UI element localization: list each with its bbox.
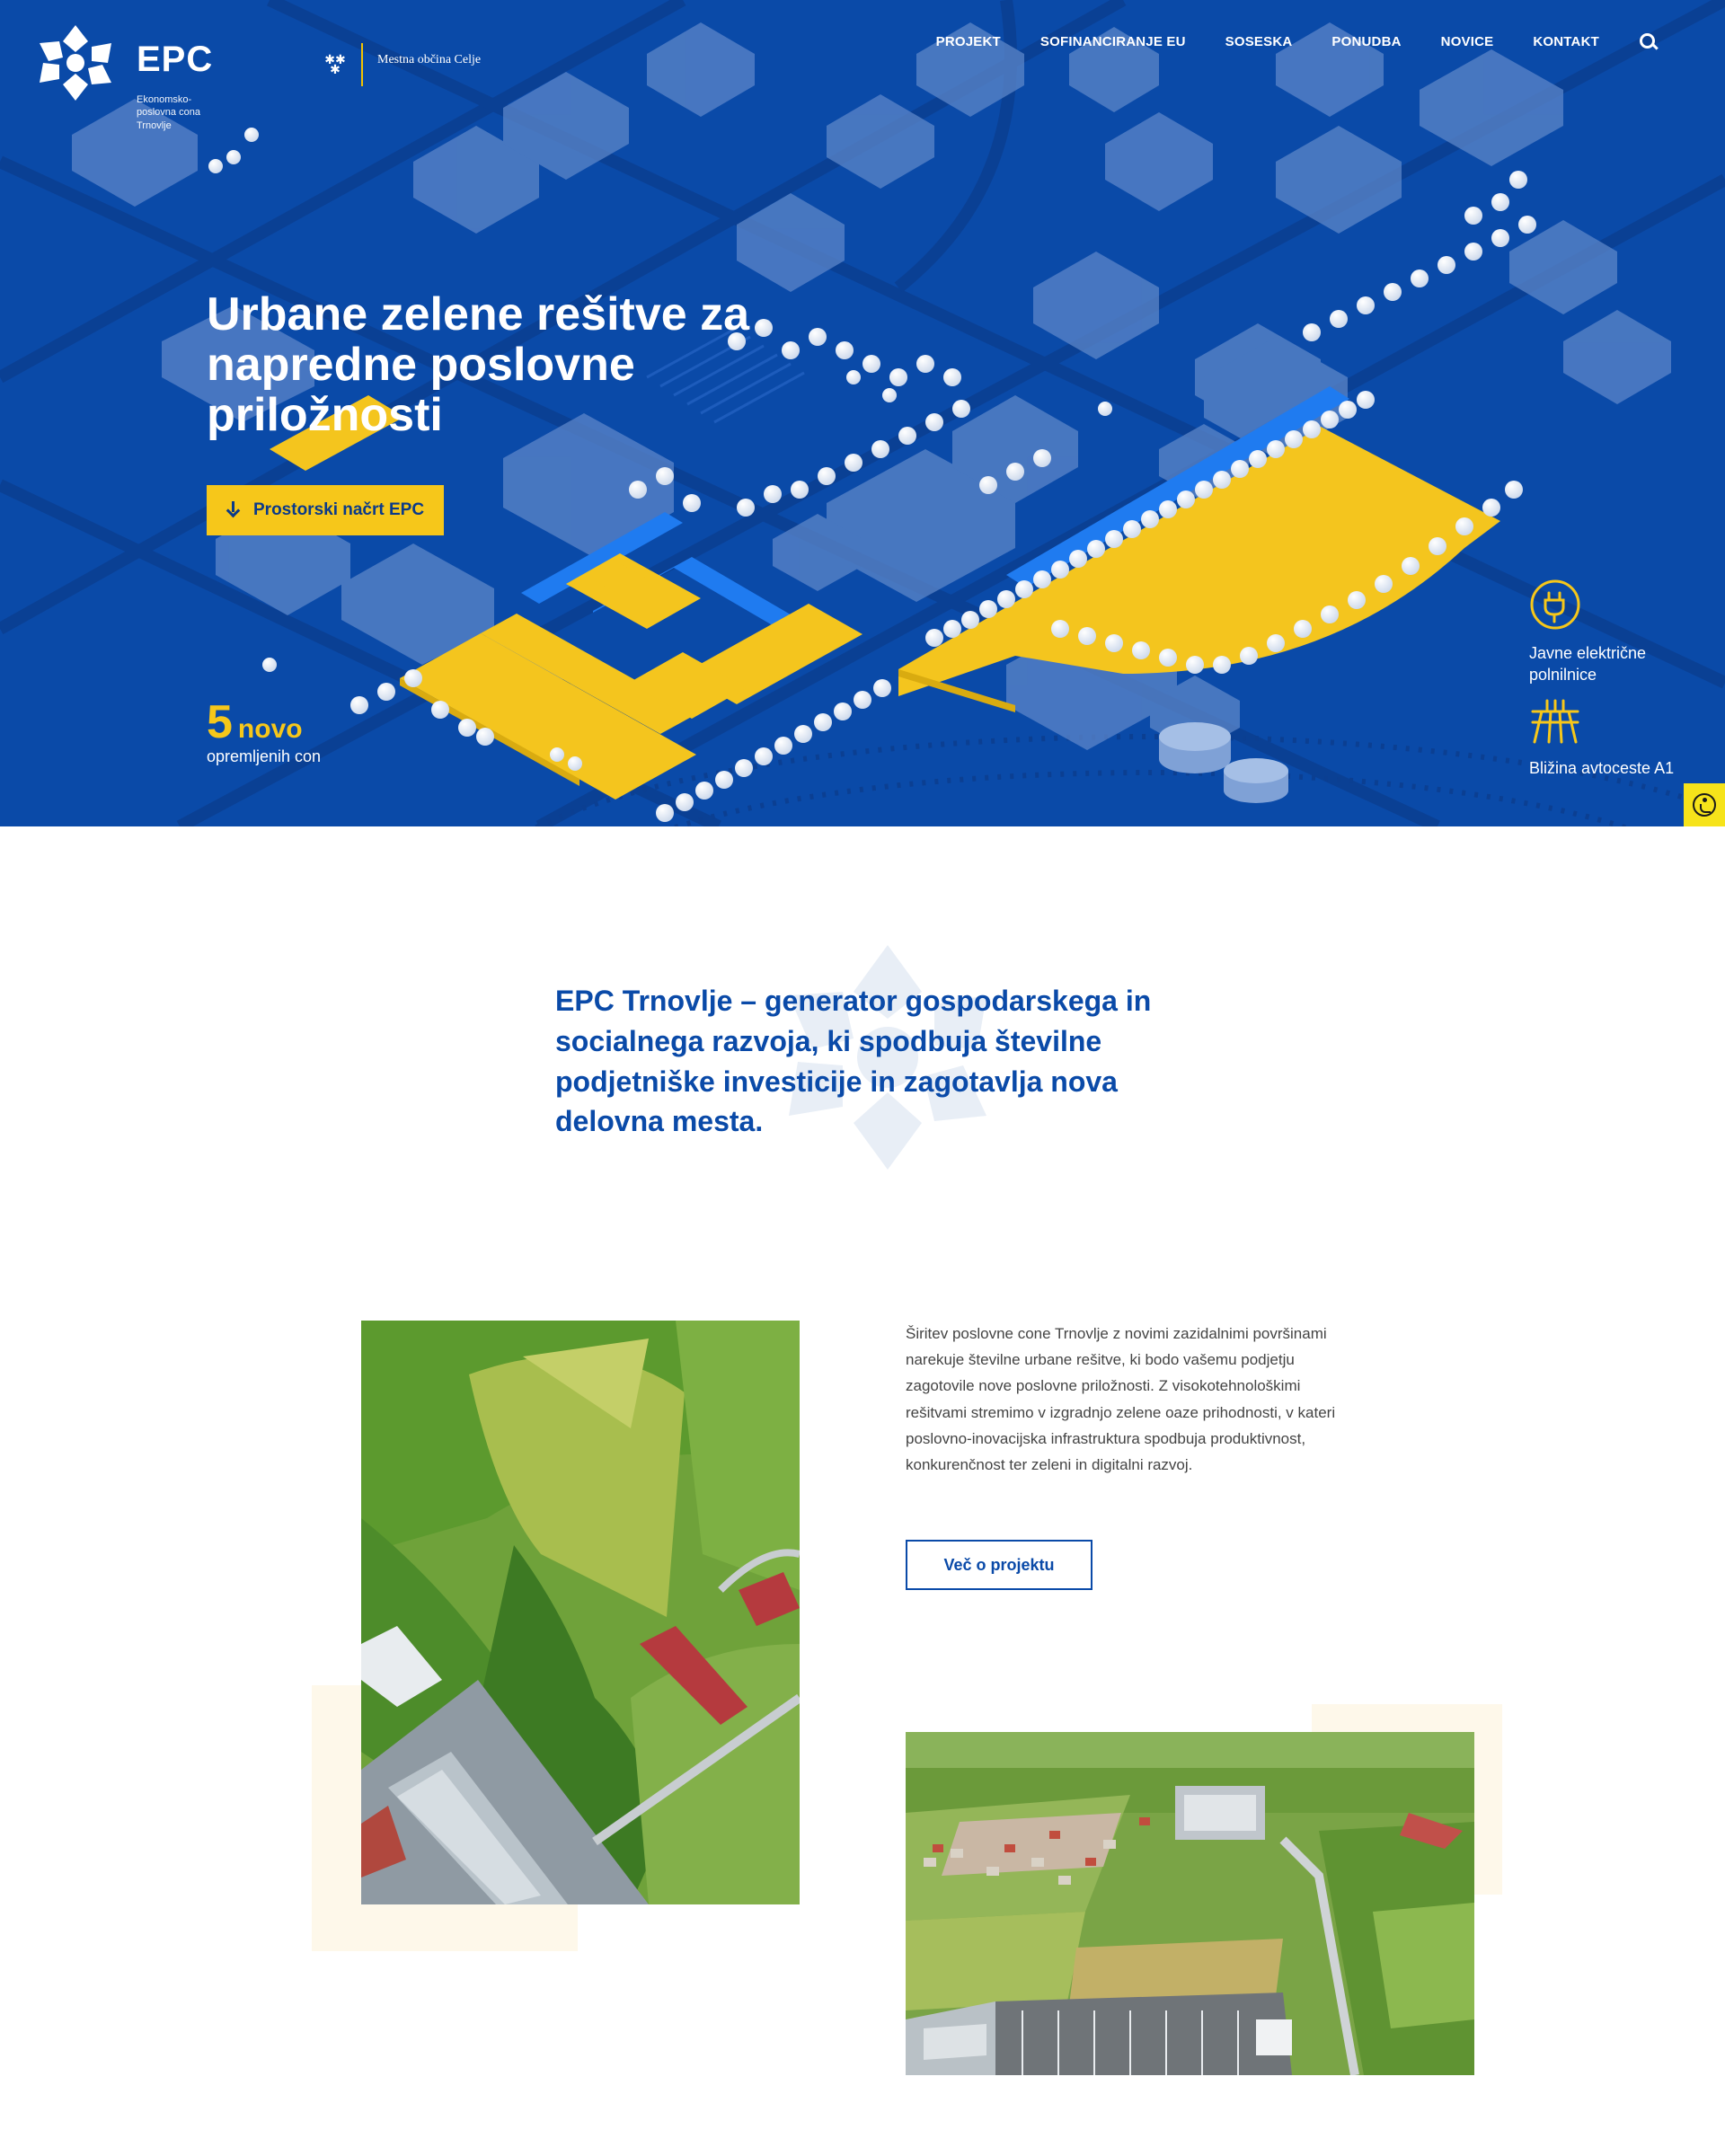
download-plan-label: Prostorski načrt EPC <box>253 500 425 519</box>
accessibility-icon <box>1693 793 1716 817</box>
download-icon <box>225 501 243 519</box>
intro-statement: EPC Trnovlje – generator gospodarskega i… <box>555 985 1152 1138</box>
epc-logo-icon <box>40 25 111 101</box>
stat-word: novo <box>237 714 303 744</box>
stat-label: opremljenih con <box>207 747 322 765</box>
stat-number: 5 <box>207 696 233 748</box>
municipality-logo[interactable]: ✱✱ ✱ Mestna občina Celje <box>322 43 481 86</box>
feature-highway: Bližina avtoceste A1 <box>1529 694 1700 780</box>
logo-subtitle: Ekonomsko-poslovna cona Trnovlje <box>137 94 200 131</box>
municipality-name: Mestna občina Celje <box>377 53 482 66</box>
feature-ev-label: Javne električne polnilnice <box>1529 644 1647 684</box>
main-nav: PROJEKT SOFINANCIRANJE EU SOSESKA PONUDB… <box>897 32 1657 50</box>
nav-soseska[interactable]: SOSESKA <box>1225 34 1293 49</box>
accessibility-button[interactable] <box>1684 783 1725 826</box>
search-icon[interactable] <box>1639 32 1657 50</box>
stars-icon: ✱✱ ✱ <box>324 51 346 76</box>
stat-zones: 5 novo opremljenih con <box>207 699 321 766</box>
nav-novice[interactable]: NOVICE <box>1441 34 1494 49</box>
hero-section: EPC Ekonomsko-poslovna cona Trnovlje ✱✱ ✱… <box>0 0 1725 826</box>
nav-projekt[interactable]: PROJEKT <box>936 34 1001 49</box>
download-plan-button[interactable]: Prostorski načrt EPC <box>207 485 445 535</box>
site-logo[interactable]: EPC Ekonomsko-poslovna cona Trnovlje <box>32 25 217 132</box>
nav-kontakt[interactable]: KONTAKT <box>1533 34 1599 49</box>
more-about-project-button[interactable]: Več o projektu <box>906 1540 1092 1590</box>
nav-ponudba[interactable]: PONUDBA <box>1331 34 1401 49</box>
project-description: Širitev poslovne cone Trnovlje z novimi … <box>906 1325 1336 1474</box>
feature-highway-label: Bližina avtoceste A1 <box>1529 759 1675 778</box>
divider <box>361 43 363 86</box>
highway-icon <box>1531 699 1579 744</box>
hero-title: Urbane zelene rešitve za napredne poslov… <box>207 288 750 442</box>
feature-ev-charging: Javne električne polnilnice <box>1529 579 1655 685</box>
aerial-photo-village <box>906 1732 1474 2075</box>
nav-sofinanciranje-eu[interactable]: SOFINANCIRANJE EU <box>1040 34 1186 49</box>
ev-charger-icon <box>1530 579 1580 630</box>
aerial-photo-business-zone <box>361 1321 800 1904</box>
logo-name: EPC <box>137 40 214 79</box>
